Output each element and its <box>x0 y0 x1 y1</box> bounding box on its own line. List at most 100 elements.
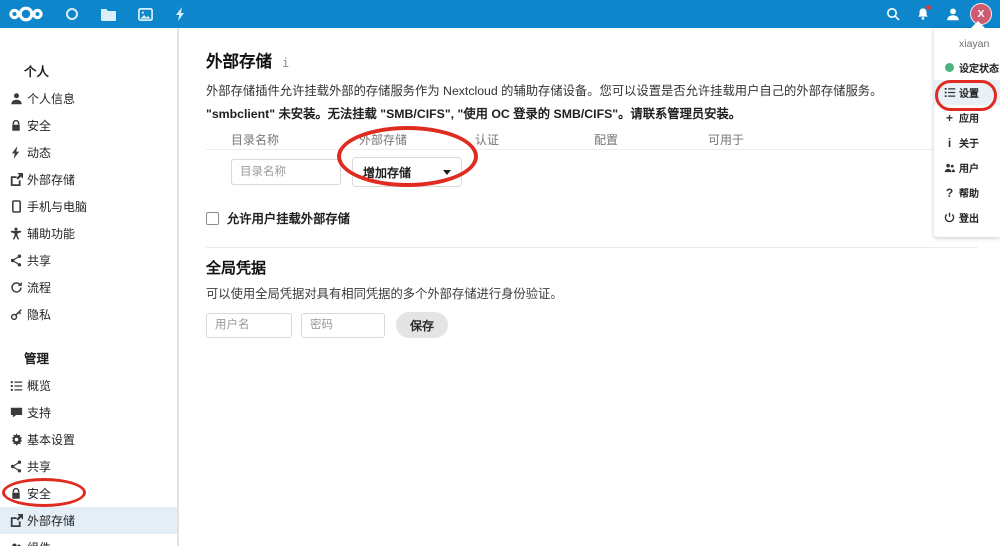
sidebar-item-privacy[interactable]: 隐私 <box>0 301 177 328</box>
sidebar-item-label: 手机与电脑 <box>27 200 88 214</box>
sidebar-item-personal-info[interactable]: 个人信息 <box>0 85 177 112</box>
sidebar-item-support[interactable]: 支持 <box>0 399 177 426</box>
menu-item-label: 关于 <box>959 139 979 150</box>
sidebar-item-basic-settings[interactable]: 基本设置 <box>0 426 177 453</box>
share-icon <box>9 460 23 474</box>
menu-item-label: 用户 <box>959 164 979 175</box>
menu-item-users[interactable]: 用户 <box>934 155 1000 180</box>
sidebar-item-label: 流程 <box>27 281 52 295</box>
lock-icon <box>9 487 23 501</box>
accessibility-icon <box>9 227 23 241</box>
sidebar-item-label: 外部存储 <box>27 173 76 187</box>
sidebar-item-label: 组件 <box>27 539 51 546</box>
menu-item-about[interactable]: i 关于 <box>934 130 1000 155</box>
user-menu: xiayan 设定状态 设置 + 应用 i 关于 用户 ? 帮助 登出 <box>934 28 1000 237</box>
sidebar-item-external-storage-personal[interactable]: 外部存储 <box>0 166 177 193</box>
sidebar-heading-personal: 个人 <box>24 65 50 79</box>
sidebar-item-accessibility[interactable]: 辅助功能 <box>0 220 177 247</box>
sidebar-item-sharing-personal[interactable]: 共享 <box>0 247 177 274</box>
user-icon <box>9 92 23 106</box>
column-header: 可用于 <box>708 133 745 147</box>
nextcloud-logo[interactable] <box>6 0 54 28</box>
sidebar-item-label: 基本设置 <box>27 433 76 447</box>
menu-item-help[interactable]: ? 帮助 <box>934 180 1000 205</box>
sidebar-item-activity[interactable]: 动态 <box>0 139 177 166</box>
sidebar-item-label: 外部存储 <box>27 514 76 528</box>
overview-icon <box>9 379 23 393</box>
sidebar-heading-admin: 管理 <box>24 352 50 366</box>
section-description: 外部存储插件允许挂载外部的存储服务作为 Nextcloud 的辅助存储设备。您可… <box>206 84 883 98</box>
contacts-icon[interactable] <box>940 0 966 28</box>
smbclient-warning: "smbclient" 未安装。无法挂载 "SMB/CIFS", "使用 OC … <box>206 107 742 121</box>
save-button[interactable]: 保存 <box>396 312 449 338</box>
chevron-down-icon <box>443 169 451 175</box>
menu-item-set-status[interactable]: 设定状态 <box>934 55 1000 80</box>
section-divider <box>206 247 978 248</box>
menu-item-label: 登出 <box>959 214 979 225</box>
folder-name-input[interactable] <box>231 159 341 185</box>
sidebar-item-security-personal[interactable]: 安全 <box>0 112 177 139</box>
plus-icon: + <box>945 110 953 125</box>
top-bar: X <box>0 0 1000 28</box>
menu-item-label: 应用 <box>959 114 979 125</box>
files-icon[interactable] <box>90 0 127 28</box>
help-icon: ? <box>945 185 954 200</box>
external-storage-table: 目录名称 外部存储 认证 配置 可用于 增加存储 <box>206 130 946 197</box>
external-storage-settings: 外部存储 i 外部存储插件允许挂载外部的存储服务作为 Nextcloud 的辅助… <box>181 28 1000 546</box>
key-icon <box>9 308 23 322</box>
sidebar-item-security-admin[interactable]: 安全 <box>0 480 177 507</box>
sidebar-item-label: 安全 <box>27 487 52 501</box>
sidebar-item-label: 支持 <box>27 406 52 420</box>
menu-item-apps[interactable]: + 应用 <box>934 105 1000 130</box>
menu-item-label: 设定状态 <box>959 64 999 75</box>
users-icon <box>943 163 956 173</box>
add-storage-label: 增加存储 <box>363 165 412 180</box>
sidebar-item-flow[interactable]: 流程 <box>0 274 177 301</box>
info-icon: i <box>947 135 952 150</box>
settings-sidebar: 个人 个人信息 安全 动态 外部存储 手机与电脑 辅助功能 共享 流程 隐私 管… <box>0 28 179 546</box>
menu-caret <box>971 21 985 28</box>
sidebar-item-groupware[interactable]: 组件 <box>0 534 177 546</box>
support-icon <box>9 406 23 420</box>
lock-icon <box>9 119 23 133</box>
sidebar-item-label: 辅助功能 <box>27 227 76 241</box>
notifications-icon[interactable] <box>910 0 936 28</box>
password-field[interactable] <box>301 312 385 338</box>
column-header: 配置 <box>594 133 619 147</box>
add-storage-dropdown[interactable]: 增加存储 <box>352 157 462 187</box>
column-header: 目录名称 <box>231 133 280 147</box>
sidebar-item-label: 动态 <box>27 146 52 160</box>
new-storage-row: 增加存储 <box>206 150 946 197</box>
column-header: 认证 <box>475 133 500 147</box>
gear-icon <box>9 433 23 447</box>
table-header-row: 目录名称 外部存储 认证 配置 可用于 <box>206 130 946 150</box>
sidebar-item-sharing-admin[interactable]: 共享 <box>0 453 177 480</box>
column-header: 外部存储 <box>359 133 408 147</box>
share-icon <box>9 254 23 268</box>
activity-icon[interactable] <box>164 0 197 28</box>
allow-user-mount-label: 允许用户挂载外部存储 <box>227 212 350 226</box>
settings-list-icon <box>943 87 956 98</box>
nextcloud-settings-page: X 个人 个人信息 安全 动态 外部存储 手机与电脑 辅助功能 共享 流程 隐私… <box>0 0 1000 546</box>
search-icon[interactable] <box>880 0 906 28</box>
allow-user-mount-checkbox[interactable] <box>206 211 219 225</box>
app-launcher <box>6 0 197 28</box>
menu-username: xiayan <box>959 38 990 50</box>
dashboard-icon[interactable] <box>54 0 90 28</box>
info-icon[interactable]: i <box>282 56 289 70</box>
photos-icon[interactable] <box>127 0 164 28</box>
global-credentials-title: 全局凭据 <box>206 260 267 277</box>
sidebar-item-label: 概览 <box>27 379 52 393</box>
sidebar-item-label: 隐私 <box>27 308 52 322</box>
menu-item-settings[interactable]: 设置 <box>934 80 1000 105</box>
global-credentials-description: 可以使用全局凭据对具有相同凭据的多个外部存储进行身份验证。 <box>206 287 563 301</box>
sidebar-item-label: 个人信息 <box>27 92 76 106</box>
menu-item-logout[interactable]: 登出 <box>934 205 1000 230</box>
external-storage-icon <box>9 173 23 187</box>
sidebar-item-mobile-desktop[interactable]: 手机与电脑 <box>0 193 177 220</box>
username-field[interactable] <box>206 312 292 338</box>
sidebar-item-overview[interactable]: 概览 <box>0 372 177 399</box>
activity-icon <box>9 146 23 160</box>
mobile-icon <box>9 200 23 214</box>
sidebar-item-external-storage-admin[interactable]: 外部存储 <box>0 507 177 534</box>
